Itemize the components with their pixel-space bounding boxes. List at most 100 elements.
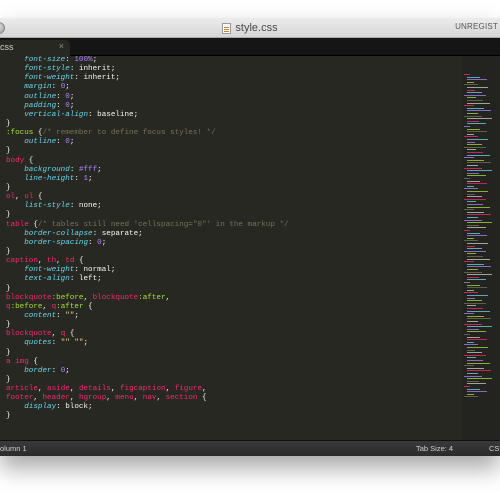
minimap-line: [467, 79, 487, 81]
code-token: }: [6, 211, 11, 220]
code-token: border-collapse: [6, 229, 93, 238]
code-token: #fff: [78, 165, 98, 174]
minimap-line: [464, 334, 470, 335]
minimap-line: [467, 183, 487, 185]
code-line[interactable]: list-style: none;: [6, 202, 289, 211]
minimap-line: [467, 305, 476, 307]
code-line[interactable]: }: [6, 120, 289, 129]
code-line[interactable]: caption, th, td {: [6, 257, 289, 266]
code-text[interactable]: font-size: 100%; font-style: inherit; fo…: [6, 56, 289, 422]
code-line[interactable]: article, aside, details, figcaption, fig…: [6, 385, 289, 394]
code-line[interactable]: }: [6, 349, 289, 358]
code-line[interactable]: }: [6, 376, 289, 385]
syntax-mode[interactable]: CS: [489, 444, 499, 453]
minimap-line: [467, 352, 482, 354]
code-line[interactable]: }: [6, 147, 289, 156]
tab-style-css[interactable]: css ×: [0, 40, 70, 56]
code-line[interactable]: quotes: "" "";: [6, 339, 289, 348]
code-line[interactable]: footer, header, hgroup, menu, nav, secti…: [6, 394, 289, 403]
code-line[interactable]: font-size: 100%;: [6, 56, 289, 65]
close-icon[interactable]: ×: [59, 41, 64, 51]
code-line[interactable]: a img {: [6, 358, 289, 367]
code-line[interactable]: body {: [6, 157, 289, 166]
code-line[interactable]: font-style: inherit;: [6, 65, 289, 74]
minimap-line: [467, 97, 476, 99]
code-line[interactable]: display: block;: [6, 403, 289, 412]
code-line[interactable]: }: [6, 184, 289, 193]
code-token: :: [65, 56, 75, 64]
code-token: ;: [69, 138, 75, 147]
code-line[interactable]: border: 0;: [6, 367, 289, 376]
code-line[interactable]: text-align: left;: [6, 275, 289, 284]
code-token: ,: [165, 385, 175, 394]
code-line[interactable]: vertical-align: baseline;: [6, 111, 289, 120]
code-line[interactable]: background: #fff;: [6, 166, 289, 175]
code-token: blockquote: [92, 293, 139, 302]
minimap-line: [467, 287, 487, 289]
code-line[interactable]: }: [6, 321, 289, 330]
code-line[interactable]: }: [6, 412, 289, 421]
code-token: ;: [65, 83, 70, 92]
code-line[interactable]: }: [6, 211, 289, 220]
minimap-line: [467, 162, 491, 164]
code-token: }: [6, 348, 11, 357]
code-token: ,: [15, 193, 25, 202]
minimap-line: [467, 276, 479, 278]
code-line[interactable]: blockquote, q {: [6, 330, 289, 339]
minimap-line: [464, 126, 470, 127]
minimap-line: [467, 128, 480, 130]
code-token: ,: [51, 330, 61, 339]
minimap-line: [467, 321, 478, 322]
code-line[interactable]: content: "";: [6, 312, 289, 321]
minimap-line: [467, 393, 474, 395]
minimap-line: [464, 250, 486, 252]
code-line[interactable]: q:before, q:after {: [6, 303, 289, 312]
code-token: ;: [69, 92, 75, 101]
minimap-line: [467, 263, 484, 265]
code-line[interactable]: :focus {/* remember to define focus styl…: [6, 129, 289, 138]
code-line[interactable]: outline: 0;: [6, 93, 289, 102]
code-token: : block;: [56, 403, 93, 412]
code-line[interactable]: blockquote:before, blockquote:after,: [6, 294, 289, 303]
code-token: caption: [6, 257, 38, 266]
code-line[interactable]: ol, ul {: [6, 193, 289, 202]
code-line[interactable]: }: [6, 285, 289, 294]
code-line[interactable]: margin: 0;: [6, 83, 289, 92]
code-token: blockquote: [6, 293, 52, 302]
code-token: :: [56, 311, 66, 320]
minimap-line: [467, 141, 475, 143]
code-line[interactable]: padding: 0;: [6, 102, 289, 111]
code-token: font-weight: [6, 266, 75, 275]
code-line[interactable]: border-spacing: 0;: [6, 239, 289, 248]
minimap-line: [467, 349, 475, 351]
code-line[interactable]: border-collapse: separate;: [6, 230, 289, 239]
code-line[interactable]: font-weight: normal;: [6, 266, 289, 275]
code-line[interactable]: font-weight: inherit;: [6, 74, 289, 83]
code-token: :before: [10, 302, 43, 311]
minimap-line: [467, 248, 482, 250]
code-token: {: [28, 357, 38, 366]
tab-size-setting[interactable]: Tab Size: 4: [416, 444, 453, 453]
minimap-line: [464, 167, 482, 169]
code-line[interactable]: line-height: 1;: [6, 175, 289, 184]
code-token: :: [56, 101, 66, 110]
minimap-line: [467, 201, 476, 203]
code-token: ;: [83, 339, 89, 348]
minimap-line: [467, 87, 488, 88]
minimap-line: [467, 367, 484, 369]
code-token: ul: [24, 193, 34, 202]
code-token: margin: [6, 83, 52, 92]
code-token: ,: [37, 385, 48, 394]
code-line[interactable]: table {/* tables still need 'cellspacing…: [6, 221, 289, 230]
code-editor[interactable]: font-size: 100%; font-style: inherit; fo…: [0, 56, 462, 440]
code-line[interactable]: }: [6, 248, 289, 257]
code-line[interactable]: outline: 0;: [6, 138, 289, 147]
minimap-line: [464, 136, 478, 138]
code-token: }: [6, 284, 11, 293]
minimap-line: [467, 245, 475, 247]
code-token: ;: [88, 174, 93, 183]
minimap-line: [464, 157, 474, 159]
minimap[interactable]: [462, 56, 500, 440]
code-token: /* tables still need 'cellspacing="0"' i…: [37, 220, 289, 229]
minimap-line: [467, 378, 492, 380]
